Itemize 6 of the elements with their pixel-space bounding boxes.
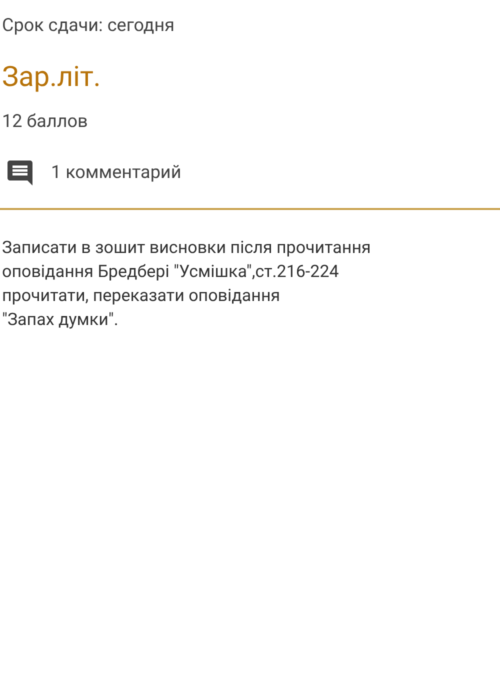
due-date: Срок сдачи: сегодня (1, 14, 176, 38)
comment-count[interactable]: 1 комментарий (51, 161, 182, 185)
assignment-title: Зар.літ. (1, 60, 102, 94)
assignment-description: Записати в зошит висновки після прочитання оповідання Бредбері "Усмішка",ст.216-224 прочитати, переказати оповідання "Запах думки". (1, 237, 372, 332)
points: 12 баллов (1, 110, 89, 134)
comment-icon[interactable] (5, 158, 35, 188)
